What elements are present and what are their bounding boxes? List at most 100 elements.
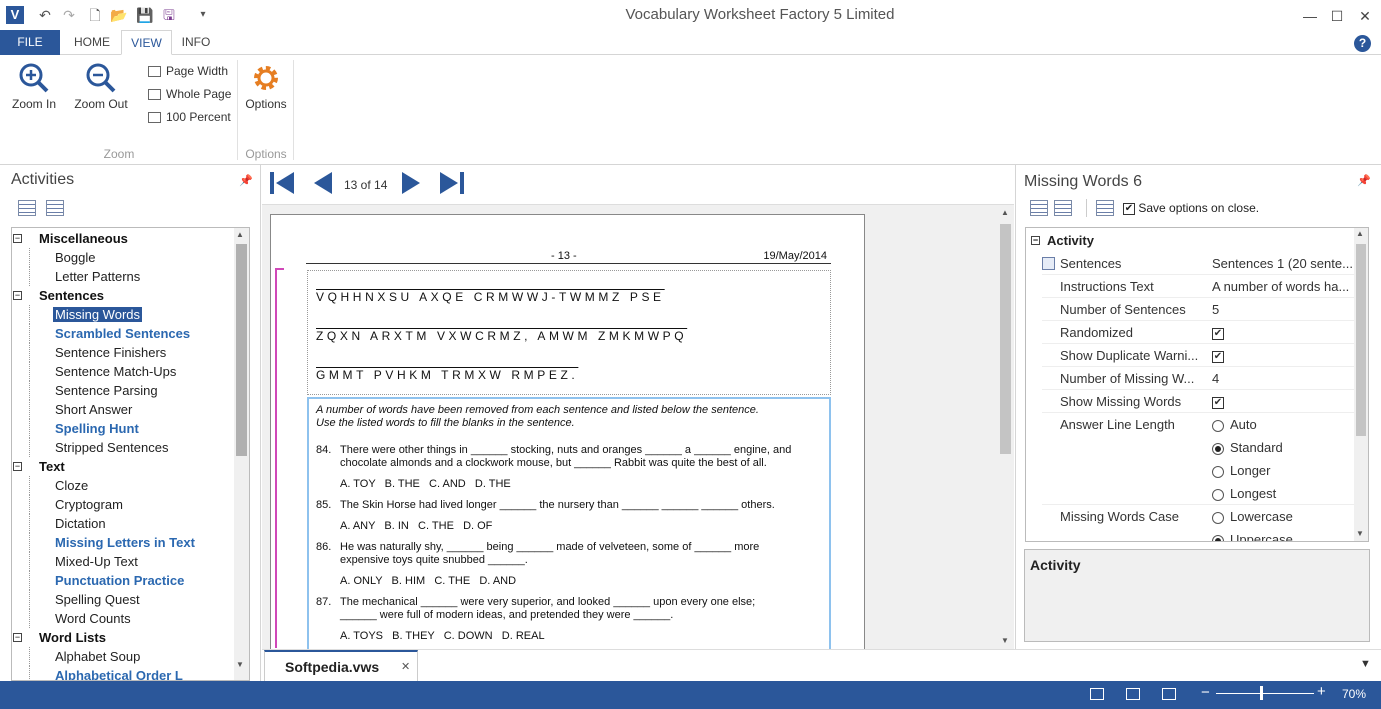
radio-option[interactable]: Longer (1212, 459, 1270, 482)
tree-category[interactable]: Miscellaneous (39, 229, 128, 248)
layout-view-icon[interactable] (1090, 688, 1104, 700)
radio-icon[interactable] (1212, 488, 1224, 501)
property-value[interactable]: A number of words ha... (1212, 275, 1354, 298)
tree-item[interactable]: Scrambled Sentences (55, 324, 190, 343)
property-value[interactable]: 4 (1212, 367, 1354, 390)
radio-icon[interactable] (1212, 419, 1224, 432)
property-checkbox[interactable]: ✔ (1212, 396, 1224, 409)
property-row[interactable]: Randomized ✔ (1042, 321, 1354, 344)
radio-option[interactable]: Lowercase (1212, 505, 1293, 528)
help-icon[interactable]: ? (1354, 35, 1371, 52)
tree-item[interactable]: Dictation (55, 514, 106, 533)
radio-option[interactable]: Longest (1212, 482, 1276, 505)
tree-item[interactable]: Short Answer (55, 400, 132, 419)
tree-item[interactable]: Stripped Sentences (55, 438, 168, 457)
radio-option[interactable]: Auto (1212, 413, 1257, 436)
tab-home[interactable]: HOME (64, 30, 120, 55)
radio-icon[interactable] (1212, 465, 1224, 478)
tree-item[interactable]: Alphabetical Order L (55, 666, 183, 680)
property-scroll-up-icon[interactable]: ▲ (1356, 229, 1364, 238)
property-pages-icon[interactable] (1096, 200, 1114, 216)
property-value[interactable]: ✔ (1212, 390, 1354, 413)
property-row[interactable]: Instructions Text A number of words ha... (1042, 275, 1354, 298)
100-percent-button[interactable]: 100 Percent (148, 107, 238, 127)
property-scroll-down-icon[interactable]: ▼ (1356, 529, 1364, 538)
expand-all-icon[interactable] (46, 200, 64, 216)
tree-category[interactable]: Text (39, 457, 65, 476)
page-view-icon[interactable] (1126, 688, 1140, 700)
collapse-icon[interactable]: − (13, 291, 22, 300)
zoom-plus-icon[interactable]: + (1317, 683, 1326, 700)
radio-icon[interactable] (1212, 534, 1224, 541)
tree-item[interactable]: Punctuation Practice (55, 571, 184, 590)
close-button[interactable]: ✕ (1353, 6, 1377, 26)
tab-list-dropdown-icon[interactable]: ▼ (1360, 658, 1371, 670)
open-icon[interactable]: 📂 (110, 6, 128, 24)
property-row[interactable]: Number of Sentences 5 (1042, 298, 1354, 321)
save-on-close-checkbox[interactable]: ✔ Save options on close. (1123, 201, 1259, 215)
tree-item[interactable]: Sentence Finishers (55, 343, 166, 362)
zoom-slider[interactable] (1216, 693, 1314, 694)
tree-item[interactable]: Word Counts (55, 609, 131, 628)
maximize-button[interactable]: ☐ (1325, 6, 1349, 26)
radio-icon[interactable] (1212, 511, 1224, 524)
options-button[interactable]: Options (241, 62, 291, 122)
property-value[interactable]: Sentences 1 (20 sente... (1212, 252, 1354, 275)
property-row[interactable]: Show Duplicate Warni... ✔ (1042, 344, 1354, 367)
pin-icon[interactable]: 📌 (239, 174, 253, 187)
tree-item[interactable]: Missing Words (53, 305, 143, 324)
property-row[interactable]: Sentences Sentences 1 (20 sente... (1042, 252, 1354, 275)
categorized-icon[interactable] (1030, 200, 1048, 216)
app-icon[interactable]: V (6, 6, 24, 24)
close-tab-icon[interactable]: ✕ (401, 660, 410, 673)
properties-pin-icon[interactable]: 📌 (1357, 174, 1371, 187)
undo-icon[interactable]: ↶ (36, 6, 54, 24)
tree-item[interactable]: Spelling Hunt (55, 419, 139, 438)
zoom-slider-thumb[interactable] (1260, 686, 1263, 700)
redo-icon[interactable]: ↷ (60, 6, 78, 24)
tree-item[interactable]: Cloze (55, 476, 88, 495)
tree-scrollbar-thumb[interactable] (236, 244, 247, 456)
tab-view[interactable]: VIEW (121, 30, 172, 55)
doc-scroll-up-icon[interactable]: ▲ (1001, 208, 1009, 217)
property-scrollbar-thumb[interactable] (1356, 244, 1366, 436)
tab-info[interactable]: INFO (172, 30, 220, 55)
radio-icon[interactable] (1212, 442, 1224, 455)
collapse-icon[interactable]: − (13, 462, 22, 471)
tree-item[interactable]: Letter Patterns (55, 267, 140, 286)
tree-item[interactable]: Sentence Match-Ups (55, 362, 176, 381)
doc-tab[interactable]: Softpedia.vws ✕ (264, 650, 418, 681)
tree-category[interactable]: Word Lists (39, 628, 106, 647)
tree-category[interactable]: Sentences (39, 286, 104, 305)
last-page-icon[interactable] (438, 170, 466, 196)
tree-item[interactable]: Sentence Parsing (55, 381, 158, 400)
whole-page-button[interactable]: Whole Page (148, 84, 238, 104)
first-page-icon[interactable] (268, 170, 296, 196)
alphabetical-icon[interactable] (1054, 200, 1072, 216)
zoom-in-button[interactable]: Zoom In (6, 62, 62, 122)
page-width-button[interactable]: Page Width (148, 61, 238, 81)
zoom-out-button[interactable]: Zoom Out (70, 62, 132, 122)
next-page-icon[interactable] (400, 170, 422, 196)
tree-item[interactable]: Boggle (55, 248, 95, 267)
property-value[interactable]: ✔ (1212, 344, 1354, 367)
zoom-minus-icon[interactable]: − (1201, 684, 1210, 701)
sentences-edit-icon[interactable] (1042, 257, 1055, 270)
customize-icon[interactable]: ▾ (194, 6, 212, 24)
property-row[interactable]: Number of Missing W... 4 (1042, 367, 1354, 390)
scroll-down-icon[interactable]: ▼ (236, 660, 244, 669)
minimize-button[interactable]: — (1298, 6, 1322, 26)
property-value[interactable]: ✔ (1212, 321, 1354, 344)
tree-item[interactable]: Mixed-Up Text (55, 552, 138, 571)
property-checkbox[interactable]: ✔ (1212, 350, 1224, 363)
web-view-icon[interactable] (1162, 688, 1176, 700)
property-checkbox[interactable]: ✔ (1212, 327, 1224, 340)
tree-item[interactable]: Alphabet Soup (55, 647, 140, 666)
property-value[interactable]: 5 (1212, 298, 1354, 321)
radio-option[interactable]: Uppercase (1212, 528, 1293, 541)
collapse-icon[interactable]: − (13, 234, 22, 243)
previous-page-icon[interactable] (312, 170, 334, 196)
tree-item[interactable]: Missing Letters in Text (55, 533, 195, 552)
collapse-all-icon[interactable] (18, 200, 36, 216)
tree-item[interactable]: Spelling Quest (55, 590, 140, 609)
